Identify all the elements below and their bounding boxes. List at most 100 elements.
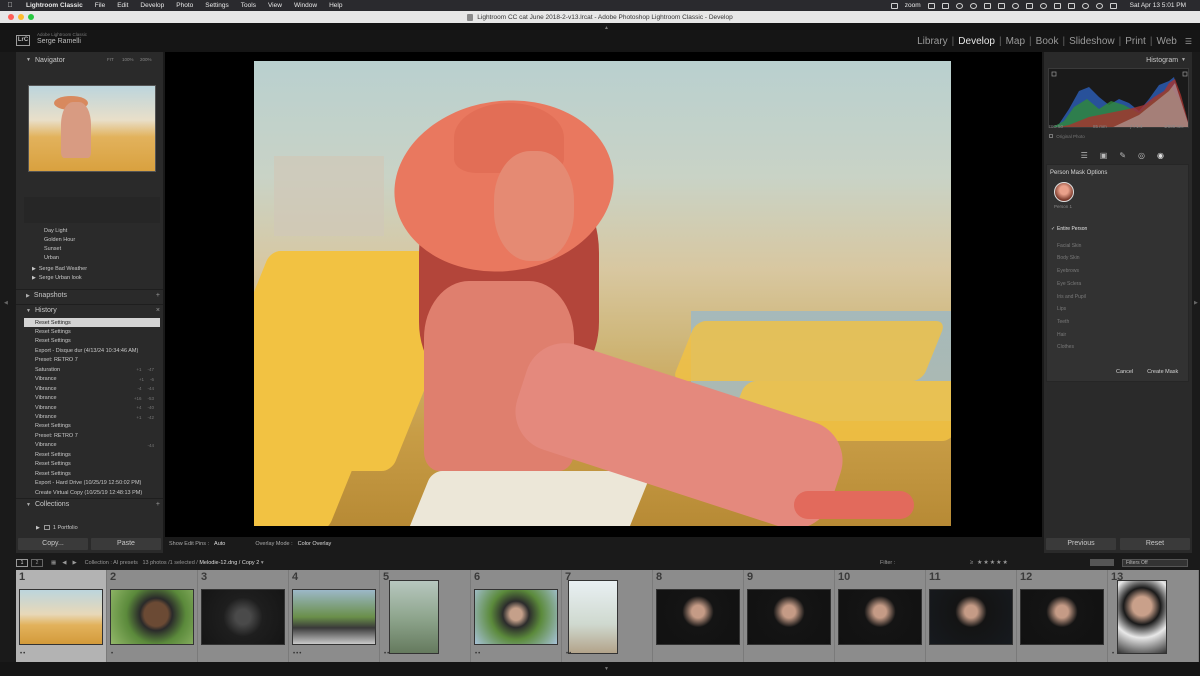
record-icon[interactable] [955,2,963,9]
rating-filter-stars[interactable]: ≥ ★★★★★ [970,559,1009,566]
collections-header[interactable]: ▼ Collections + [16,498,163,510]
history-item[interactable]: Reset Settings [24,318,160,327]
add-collection-icon[interactable]: + [156,501,160,508]
preset-group[interactable]: ▶ Serge Urban look [24,273,160,282]
search-icon[interactable] [1095,2,1103,9]
snapshots-header[interactable]: ▶ Snapshots + [16,289,163,301]
mask-option-hair[interactable]: Hair [1051,332,1066,338]
menu-tools[interactable]: Tools [235,2,262,9]
create-mask-button[interactable]: Create Mask [1147,369,1178,375]
right-panel-toggle-icon[interactable]: ▶ [1194,300,1198,306]
history-item[interactable]: Preset: RETRO 7 [24,356,160,365]
bottom-panel-toggle-icon[interactable]: ▼ [604,666,609,672]
filmstrip-cell[interactable]: 1 •• [16,570,107,662]
menu-help[interactable]: Help [323,2,348,9]
crop-icon[interactable]: ▣ [1100,151,1108,160]
clear-history-icon[interactable]: × [156,307,160,314]
main-window-button[interactable]: 1 [16,558,28,567]
module-slideshow[interactable]: Slideshow [1065,36,1119,47]
paste-button[interactable]: Paste [91,538,161,550]
back-arrow-icon[interactable]: ◀ [62,560,66,566]
person-1-thumbnail[interactable] [1054,182,1074,202]
history-item[interactable]: Export - Disque dur (4/13/24 10:34:46 AM… [24,346,160,355]
history-item[interactable]: Vibrance -4 -44 [24,384,160,393]
status-circle-icon[interactable] [969,2,977,9]
apple-menu-icon[interactable]:  [0,2,20,9]
custom-filter-chip[interactable] [1090,559,1114,566]
filmstrip-thumbnail[interactable] [1020,589,1104,645]
collection-item[interactable]: ▶ 1 Portfolio [24,523,160,532]
filmstrip-thumbnail[interactable] [292,589,376,645]
forward-arrow-icon[interactable]: ▶ [72,560,76,566]
cancel-button[interactable]: Cancel [1116,369,1133,375]
history-item[interactable]: Reset Settings [24,422,160,431]
history-item[interactable]: Vibrance +1 -42 [24,413,160,422]
mask-option-body-skin[interactable]: Body Skin [1051,255,1080,261]
navigator-zoom-100[interactable]: 100% [122,57,134,62]
filmstrip-cell[interactable]: 13 • [1108,570,1199,662]
red-eye-icon[interactable]: ◎ [1138,151,1145,160]
shield-icon[interactable] [941,2,949,9]
mask-option-facial-skin[interactable]: Facial Skin [1051,243,1081,249]
module-develop[interactable]: Develop [954,36,999,47]
filmstrip-thumbnail[interactable] [747,589,831,645]
navigator-zoom-fit[interactable]: FIT [107,57,114,62]
filmstrip-cell[interactable]: 3 [198,570,289,662]
menu-app[interactable]: Lightroom Classic [20,2,89,9]
menu-settings[interactable]: Settings [199,2,235,9]
mask-option-entire-person[interactable]: ✓ Entire Person [1051,226,1087,232]
navigator-zoom-200[interactable]: 200% [140,57,152,62]
preset-item[interactable]: Day Light [24,226,160,235]
healing-brush-icon[interactable]: ✎ [1119,151,1126,160]
mask-option-iris-and-pupil[interactable]: Iris and Pupil [1051,294,1086,300]
control-center-icon[interactable] [1109,2,1117,9]
previous-button[interactable]: Previous [1046,538,1116,550]
zoom-status-label[interactable]: zoom [905,2,921,9]
mask-option-lips[interactable]: Lips [1051,306,1066,312]
close-window-button[interactable] [8,14,14,20]
filmstrip-cell[interactable]: 10 [835,570,926,662]
clipboard-icon[interactable] [997,2,1005,9]
mask-option-teeth[interactable]: Teeth [1051,319,1069,325]
histogram-header[interactable]: Histogram ▼ [1044,54,1192,66]
menu-edit[interactable]: Edit [111,2,134,9]
preset-item[interactable]: Golden Hour [24,235,160,244]
filmstrip-thumbnail[interactable] [474,589,558,645]
add-snapshot-icon[interactable]: + [156,292,160,299]
history-item[interactable]: Preset: RETRO 7 [24,431,160,440]
reset-button[interactable]: Reset [1120,538,1190,550]
filmstrip-thumbnail[interactable] [929,589,1013,645]
history-item[interactable]: Reset Settings [24,450,160,459]
preset-item[interactable]: Sunset [24,244,160,253]
filmstrip-cell[interactable]: 12 [1017,570,1108,662]
photo-preview[interactable] [254,61,951,526]
history-item[interactable]: Export - Hard Drive (10/25/19 12:50:02 P… [24,479,160,488]
module-menu-icon[interactable]: ☰ [1181,37,1196,46]
filmstrip-thumbnail[interactable] [389,580,439,654]
history-item[interactable]: Reset Settings [24,469,160,478]
module-web[interactable]: Web [1152,36,1180,47]
left-panel-toggle-icon[interactable]: ◀ [4,300,8,306]
filmstrip-cell[interactable]: 4 ••• [289,570,380,662]
original-photo-checkbox[interactable]: Original Photo [1049,134,1085,139]
filmstrip-thumbnail[interactable] [201,589,285,645]
filmstrip-thumbnail[interactable] [110,589,194,645]
filmstrip-source[interactable]: Collection : AI presets 13 photos /1 sel… [85,560,264,566]
history-item[interactable]: Vibrance +4 -40 [24,403,160,412]
preset-item[interactable]: Urban [24,253,160,262]
module-print[interactable]: Print [1121,36,1150,47]
display-icon[interactable] [1025,2,1033,9]
filmstrip-thumbnail[interactable] [838,589,922,645]
module-map[interactable]: Map [1002,36,1029,47]
history-item[interactable]: Vibrance -44 [24,441,160,450]
filmstrip-thumbnail[interactable] [1117,580,1167,654]
show-edit-pins-select[interactable]: Auto [214,541,225,547]
history-item[interactable]: Reset Settings [24,327,160,336]
menu-window[interactable]: Window [288,2,323,9]
filmstrip-cell[interactable]: 2 • [107,570,198,662]
top-panel-toggle-icon[interactable]: ▲ [604,25,609,31]
masking-icon[interactable]: ◉ [1157,151,1164,160]
grid-view-icon[interactable]: ▦ [51,560,56,566]
status-app-icon[interactable] [890,2,898,9]
history-item[interactable]: Saturation +1 -47 [24,365,160,374]
